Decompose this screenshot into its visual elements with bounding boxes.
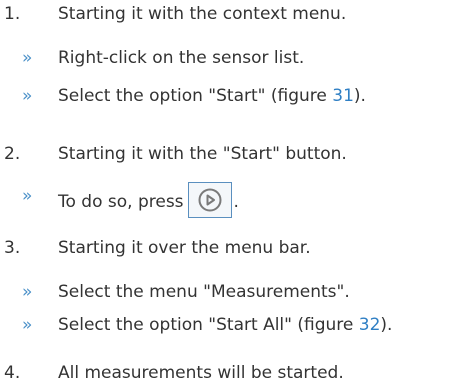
bullet-marker: »: [22, 282, 33, 302]
subitem-text: Select the option "Start All" (figure 32…: [58, 313, 392, 337]
step-text: Starting it with the "Start" button.: [58, 144, 347, 164]
step-text: All measurements will be started.: [58, 363, 344, 383]
step-text: Starting it with the context menu.: [58, 4, 347, 24]
bullet-marker: »: [22, 315, 33, 335]
step-number: 2.: [4, 144, 21, 164]
subitem-text: To do so, press .: [58, 182, 239, 220]
subitem-text: Right-click on the sensor list.: [58, 48, 305, 68]
subitem-text-before: Select the option "Start All" (figure: [58, 315, 359, 335]
subitem-text-after: ).: [380, 315, 393, 335]
bullet-marker: »: [22, 48, 33, 68]
step-number: 1.: [4, 4, 21, 24]
play-circle-icon: [198, 188, 222, 212]
subitem-text: Select the option "Start" (figure 31).: [58, 84, 366, 108]
subitem-text-before: Select the option "Start" (figure: [58, 86, 333, 106]
subitem-text-after: .: [233, 192, 239, 212]
subitem-text: Select the menu "Measurements".: [58, 282, 350, 302]
figure-32-link[interactable]: 32: [359, 315, 381, 335]
start-button[interactable]: [187, 182, 232, 218]
subitem-text-before: To do so, press: [58, 192, 184, 212]
step-number: 3.: [4, 238, 21, 258]
step-number: 4.: [4, 363, 21, 383]
bullet-marker: »: [22, 186, 33, 206]
subitem-text-after: ).: [353, 86, 366, 106]
bullet-marker: »: [22, 86, 33, 106]
step-text: Starting it over the menu bar.: [58, 238, 311, 258]
figure-31-link[interactable]: 31: [332, 86, 354, 106]
